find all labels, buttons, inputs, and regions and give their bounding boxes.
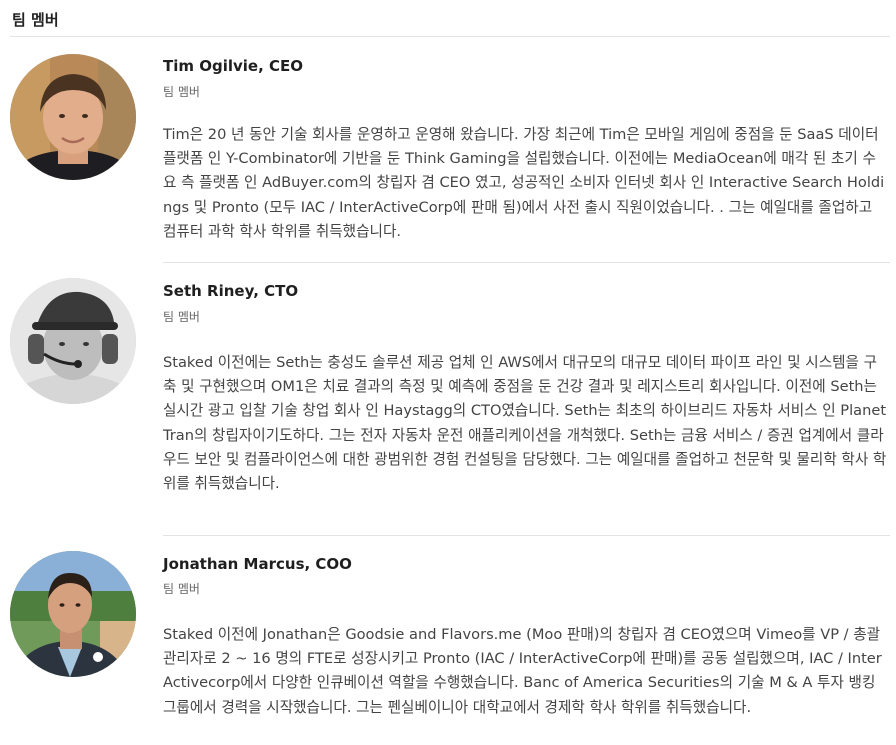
avatar	[10, 278, 136, 404]
member-divider	[163, 262, 890, 263]
member-name: Jonathan Marcus, COO	[163, 555, 352, 573]
member-bio: Staked 이전에 Jonathan은 Goodsie and Flavors…	[163, 626, 882, 716]
member-divider	[163, 535, 890, 536]
member-bio: Tim은 20 년 동안 기술 회사를 운영하고 운영해 왔습니다. 가장 최근…	[163, 126, 885, 240]
avatar-seth-photo	[10, 278, 136, 404]
member-bio: Staked 이전에는 Seth는 충성도 솔루션 제공 업체 인 AWS에서 …	[163, 354, 887, 493]
member-role: 팀 멤버	[163, 85, 200, 99]
member-role: 팀 멤버	[163, 310, 200, 324]
avatar-tim-photo	[10, 54, 136, 180]
section-title: 팀 멤버	[12, 11, 59, 29]
member-name: Tim Ogilvie, CEO	[163, 57, 304, 75]
member-name: Seth Riney, CTO	[163, 282, 299, 300]
section-divider	[10, 36, 890, 37]
member-role: 팀 멤버	[163, 582, 200, 596]
avatar	[10, 551, 136, 677]
avatar	[10, 54, 136, 180]
avatar-jonathan-photo	[10, 551, 136, 677]
